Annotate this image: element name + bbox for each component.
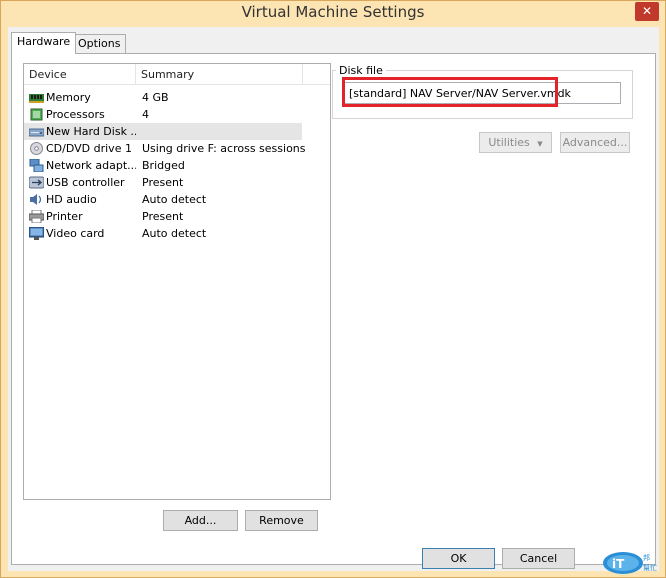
cancel-button[interactable]: Cancel: [502, 548, 575, 569]
device-row[interactable]: Network adapt... Bridged: [24, 157, 330, 174]
memory-icon: [29, 91, 44, 104]
disk-file-label: Disk file: [336, 64, 386, 77]
cd-dvd-icon: [29, 142, 44, 155]
device-name: Network adapt...: [46, 159, 136, 172]
advanced-button[interactable]: Advanced...: [560, 132, 630, 153]
network-adapter-icon: [29, 158, 44, 173]
device-list-header: Device Summary: [24, 64, 330, 85]
ok-button[interactable]: OK: [422, 548, 495, 569]
column-header-device[interactable]: Device: [29, 68, 67, 81]
device-row[interactable]: CD/DVD drive 1 Using drive F: across sess…: [24, 140, 330, 157]
svg-text:iT: iT: [612, 557, 625, 571]
device-row[interactable]: Printer Present: [24, 208, 330, 225]
device-row[interactable]: New Hard Disk ...: [24, 123, 330, 140]
device-summary: 4 GB: [142, 91, 169, 104]
device-name: Printer: [46, 210, 83, 223]
device-row[interactable]: Memory 4 GB: [24, 89, 330, 106]
column-header-summary[interactable]: Summary: [135, 64, 194, 85]
device-row[interactable]: Processors 4: [24, 106, 330, 123]
device-summary: Auto detect: [142, 227, 207, 240]
device-summary: Present: [142, 176, 184, 189]
device-summary: Bridged: [142, 159, 185, 172]
processor-icon: [29, 108, 44, 121]
remove-button[interactable]: Remove: [245, 510, 318, 531]
utilities-button[interactable]: Utilities ▼: [479, 132, 552, 153]
device-name: HD audio: [46, 193, 97, 206]
printer-icon: [28, 209, 45, 224]
device-row[interactable]: Video card Auto detect: [24, 225, 330, 242]
ithome-logo-icon: iT 邦 幫忙: [603, 552, 657, 574]
speaker-icon: [29, 193, 44, 206]
vm-settings-window: Virtual Machine Settings ✕ Hardware Opti…: [0, 0, 666, 578]
device-summary: Auto detect: [142, 193, 207, 206]
hard-disk-icon: [28, 125, 45, 138]
device-summary: Present: [142, 210, 184, 223]
close-button[interactable]: ✕: [635, 2, 659, 21]
device-row[interactable]: USB controller Present: [24, 174, 330, 191]
device-name: Memory: [46, 91, 91, 104]
device-name: New Hard Disk ...: [46, 125, 136, 138]
device-list[interactable]: Device Summary Memory 4 GB Processors 4 New …: [23, 63, 331, 500]
svg-text:邦: 邦: [643, 553, 650, 562]
device-name: USB controller: [46, 176, 125, 189]
device-row[interactable]: HD audio Auto detect: [24, 191, 330, 208]
monitor-icon: [28, 226, 45, 240]
chevron-down-icon: ▼: [537, 140, 543, 148]
svg-text:幫忙: 幫忙: [643, 563, 657, 572]
device-summary: 4: [142, 108, 149, 121]
usb-icon: [28, 176, 45, 189]
device-rows: Memory 4 GB Processors 4 New Hard Disk ... CD…: [24, 89, 330, 242]
device-name: Video card: [46, 227, 105, 240]
tab-options[interactable]: Options: [72, 34, 127, 54]
add-button[interactable]: Add...: [163, 510, 238, 531]
device-summary: Using drive F: across sessions: [142, 142, 306, 155]
device-name: CD/DVD drive 1: [46, 142, 132, 155]
disk-file-input[interactable]: [344, 82, 621, 104]
title-bar[interactable]: Virtual Machine Settings ✕: [1, 1, 665, 26]
hardware-tab-page: Device Summary Memory 4 GB Processors 4 New …: [11, 53, 656, 565]
utilities-label: Utilities: [488, 136, 530, 149]
tab-hardware[interactable]: Hardware: [11, 32, 77, 54]
dialog-client: Hardware Options Device Summary Memory 4 …: [8, 27, 659, 571]
window-title: Virtual Machine Settings: [241, 3, 425, 21]
device-name: Processors: [46, 108, 105, 121]
